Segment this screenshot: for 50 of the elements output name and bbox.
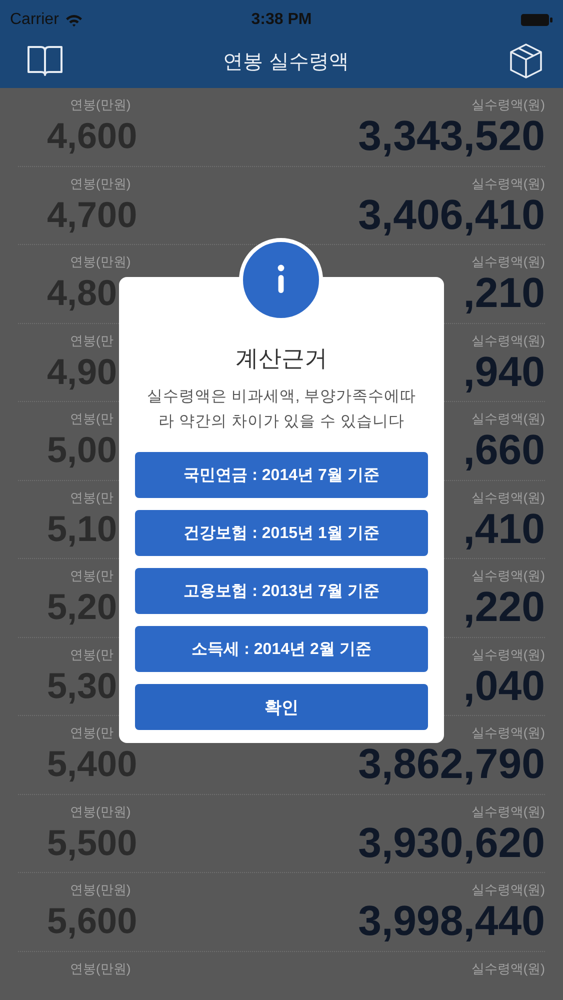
salary-label: 연봉(만원)	[70, 882, 131, 898]
salary-label: 연봉(만	[70, 411, 114, 427]
net-pay-label: 실수령액(원)	[471, 646, 545, 662]
dialog-message: 실수령액은 비과세액, 부양가족수에따라 약간의 차이가 있을 수 있습니다	[146, 387, 417, 432]
wifi-icon	[64, 14, 83, 26]
salary-label: 연봉(만원)	[70, 176, 131, 192]
net-pay-value: 3,862,790	[358, 741, 545, 787]
salary-label: 연봉(만원)	[70, 97, 131, 113]
salary-label: 연봉(만	[70, 568, 114, 584]
net-pay-label: 실수령액(원)	[471, 490, 545, 506]
net-pay-label: 실수령액(원)	[471, 568, 545, 584]
net-pay-label: 실수령액(원)	[471, 960, 545, 976]
net-pay-value: 3,998,440	[358, 898, 545, 944]
basis-button[interactable]: 국민연금 : 2014년 7월 기준	[135, 452, 428, 498]
basis-button[interactable]: 소득세 : 2014년 2월 기준	[135, 626, 428, 672]
net-pay-label: 실수령액(원)	[471, 804, 545, 820]
book-icon[interactable]	[27, 45, 63, 77]
net-pay-label: 실수령액(원)	[471, 725, 545, 741]
net-pay-value: ,210	[463, 270, 545, 316]
salary-label: 연봉(만원)	[70, 254, 131, 270]
confirm-button[interactable]: 확인	[135, 684, 428, 730]
net-pay-label: 실수령액(원)	[471, 411, 545, 427]
box-icon[interactable]	[509, 43, 543, 79]
net-pay-label: 실수령액(원)	[471, 254, 545, 270]
net-pay-label: 실수령액(원)	[471, 882, 545, 898]
salary-label: 연봉(만원)	[70, 960, 131, 976]
salary-label: 연봉(만원)	[70, 804, 131, 820]
net-pay-label: 실수령액(원)	[471, 176, 545, 192]
dialog-title: 계산근거	[236, 344, 328, 373]
net-pay-value: 3,930,620	[358, 820, 545, 866]
basis-button[interactable]: 건강보험 : 2015년 1월 기준	[135, 510, 428, 556]
net-pay-value: ,660	[463, 427, 545, 473]
salary-label: 연봉(만	[70, 332, 114, 348]
carrier-label: Carrier	[10, 11, 59, 29]
net-pay-value: ,940	[463, 348, 545, 394]
salary-label: 연봉(만	[70, 490, 114, 506]
salary-label: 연봉(만	[70, 646, 114, 662]
basis-button[interactable]: 고용보험 : 2013년 7월 기준	[135, 568, 428, 614]
list-row[interactable]: 연봉(만원) 실수령액(원)	[18, 952, 545, 1000]
status-time: 3:38 PM	[251, 11, 312, 29]
net-pay-value: 3,406,410	[358, 192, 545, 238]
net-pay-value: 3,343,520	[358, 113, 545, 159]
net-pay-value: ,040	[463, 662, 545, 708]
battery-icon	[521, 13, 553, 27]
net-pay-label: 실수령액(원)	[471, 97, 545, 113]
net-pay-value: ,220	[463, 584, 545, 630]
net-pay-value: ,410	[463, 506, 545, 552]
nav-title: 연봉 실수령액	[223, 50, 349, 74]
net-pay-label: 실수령액(원)	[471, 332, 545, 348]
salary-label: 연봉(만	[70, 725, 114, 741]
